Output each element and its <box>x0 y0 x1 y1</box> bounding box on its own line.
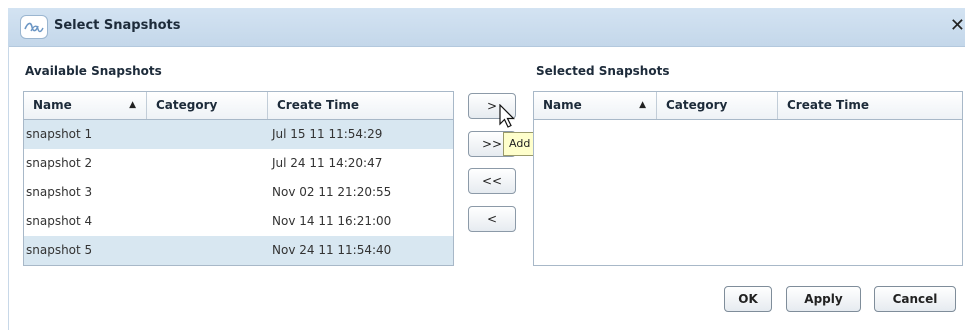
table-row[interactable]: snapshot 1 Jul 15 11 11:54:29 <box>24 120 453 149</box>
sort-ascending-icon: ▲ <box>639 100 646 110</box>
table-row[interactable]: snapshot 3 Nov 02 11 21:20:55 <box>24 178 453 207</box>
column-label: Name <box>543 98 582 112</box>
remove-button[interactable]: < <box>468 206 516 232</box>
column-label: Create Time <box>277 98 359 112</box>
available-snapshots-label: Available Snapshots <box>25 64 162 78</box>
column-header-name[interactable]: Name ▲ <box>534 92 657 119</box>
app-logo-icon <box>20 15 48 39</box>
cell-create-time: Jul 15 11 11:54:29 <box>272 127 383 141</box>
cell-create-time: Nov 14 11 16:21:00 <box>272 214 392 228</box>
cell-name: snapshot 2 <box>26 156 93 170</box>
column-label: Category <box>156 98 218 112</box>
cell-create-time: Jul 24 11 14:20:47 <box>272 156 383 170</box>
close-icon[interactable]: ✕ <box>950 15 965 36</box>
available-grid-header: Name ▲ Category Create Time <box>24 92 453 120</box>
column-label: Category <box>666 98 728 112</box>
add-tooltip: Add <box>503 132 537 156</box>
column-header-create-time[interactable]: Create Time <box>778 92 962 119</box>
cell-name: snapshot 1 <box>26 127 93 141</box>
select-snapshots-dialog: Select Snapshots ✕ Available Snapshots N… <box>0 0 965 330</box>
column-header-category[interactable]: Category <box>657 92 778 119</box>
sort-ascending-icon: ▲ <box>129 100 136 110</box>
table-row[interactable]: snapshot 5 Nov 24 11 11:54:40 <box>24 236 453 265</box>
column-header-category[interactable]: Category <box>147 92 268 119</box>
selected-snapshots-grid: Name ▲ Category Create Time <box>533 91 963 266</box>
column-label: Create Time <box>787 98 869 112</box>
column-header-name[interactable]: Name ▲ <box>24 92 147 119</box>
cell-create-time: Nov 02 11 21:20:55 <box>272 185 392 199</box>
dialog-left-border <box>8 46 9 330</box>
table-row[interactable]: snapshot 4 Nov 14 11 16:21:00 <box>24 207 453 236</box>
mouse-pointer-icon <box>498 103 516 134</box>
dialog-titlebar[interactable]: Select Snapshots ✕ <box>8 8 965 47</box>
ok-button[interactable]: OK <box>724 286 772 312</box>
available-snapshots-grid: Name ▲ Category Create Time snapshot 1 J… <box>23 91 454 266</box>
cell-create-time: Nov 24 11 11:54:40 <box>272 243 392 257</box>
dialog-title: Select Snapshots <box>54 18 181 33</box>
column-label: Name <box>33 98 72 112</box>
table-row[interactable]: snapshot 2 Jul 24 11 14:20:47 <box>24 149 453 178</box>
remove-all-button[interactable]: << <box>468 168 516 194</box>
apply-button[interactable]: Apply <box>786 286 861 312</box>
cell-name: snapshot 3 <box>26 185 93 199</box>
cell-name: snapshot 5 <box>26 243 93 257</box>
cell-name: snapshot 4 <box>26 214 93 228</box>
column-header-create-time[interactable]: Create Time <box>268 92 453 119</box>
selected-snapshots-label: Selected Snapshots <box>536 64 670 78</box>
selected-grid-header: Name ▲ Category Create Time <box>534 92 962 120</box>
cancel-button[interactable]: Cancel <box>874 286 956 312</box>
